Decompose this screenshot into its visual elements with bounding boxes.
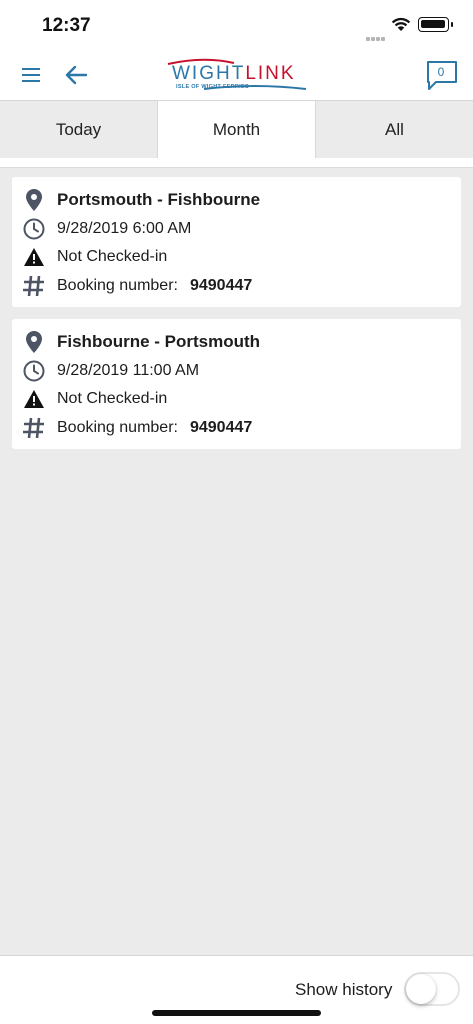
route-row: Fishbourne - Portsmouth: [22, 328, 461, 357]
datetime-row: 9/28/2019 11:00 AM: [22, 357, 461, 386]
wightlink-logo: WIGHTLINK ISLE OF WIGHT FERRIES: [164, 57, 310, 95]
status-row: Not Checked-in: [22, 243, 461, 272]
messages-button[interactable]: 0: [426, 60, 458, 92]
hash-icon: [22, 274, 46, 298]
departure-datetime: 9/28/2019 6:00 AM: [57, 219, 192, 237]
back-arrow-icon[interactable]: [64, 64, 88, 86]
booking-number-value: 9490447: [189, 418, 253, 436]
departure-datetime: 9/28/2019 11:00 AM: [57, 361, 200, 379]
booking-number-label: Booking number:: [57, 276, 178, 294]
booking-card[interactable]: Fishbourne - Portsmouth 9/28/2019 11:00 …: [12, 319, 461, 449]
tab-month[interactable]: Month: [158, 101, 316, 158]
location-pin-icon: [22, 188, 46, 212]
status-bar: 12:37: [0, 0, 473, 50]
message-count: 0: [437, 65, 445, 79]
checkin-status: Not Checked-in: [57, 248, 168, 266]
booking-card[interactable]: Portsmouth - Fishbourne 9/28/2019 6:00 A…: [12, 177, 461, 307]
home-indicator[interactable]: [152, 1010, 321, 1016]
route-text: Portsmouth - Fishbourne: [57, 190, 261, 210]
logo-text-link: LINK: [245, 63, 296, 84]
datetime-row: 9/28/2019 6:00 AM: [22, 215, 461, 244]
app-screen: 12:37 WIGHTLINK ISLE OF WIGHT FERRIES 0 …: [0, 0, 473, 1024]
battery-icon: [418, 17, 453, 32]
status-time: 12:37: [42, 15, 91, 36]
tabs-divider: [0, 158, 473, 168]
hash-icon: [22, 416, 46, 440]
cellular-signal-icon: [366, 28, 386, 46]
footer-bar: Show history: [0, 955, 473, 1024]
tab-today[interactable]: Today: [0, 101, 158, 158]
booking-number-value: 9490447: [189, 276, 253, 294]
clock-icon: [22, 217, 46, 241]
location-pin-icon: [22, 330, 46, 354]
toggle-knob: [406, 974, 436, 1004]
status-row: Not Checked-in: [22, 385, 461, 414]
booking-number-row: Booking number: 9490447: [22, 414, 461, 443]
show-history-toggle[interactable]: [404, 972, 460, 1006]
warning-icon: [22, 387, 46, 411]
show-history-label: Show history: [295, 980, 393, 999]
wifi-icon: [391, 17, 411, 31]
date-filter-tabs: Today Month All: [0, 101, 473, 158]
logo-subtitle: ISLE OF WIGHT FERRIES: [176, 84, 249, 90]
logo-text-wight: WIGHT: [172, 63, 246, 84]
tab-all[interactable]: All: [316, 101, 473, 158]
top-navigation-bar: WIGHTLINK ISLE OF WIGHT FERRIES 0: [0, 50, 473, 101]
route-text: Fishbourne - Portsmouth: [57, 332, 261, 352]
booking-number-row: Booking number: 9490447: [22, 272, 461, 301]
clock-icon: [22, 359, 46, 383]
booking-list: Portsmouth - Fishbourne 9/28/2019 6:00 A…: [12, 177, 461, 461]
logo-text: WIGHTLINK: [172, 63, 296, 85]
route-row: Portsmouth - Fishbourne: [22, 186, 461, 215]
warning-icon: [22, 245, 46, 269]
hamburger-menu-icon[interactable]: [22, 67, 40, 83]
booking-number-label: Booking number:: [57, 418, 178, 436]
checkin-status: Not Checked-in: [57, 390, 168, 408]
